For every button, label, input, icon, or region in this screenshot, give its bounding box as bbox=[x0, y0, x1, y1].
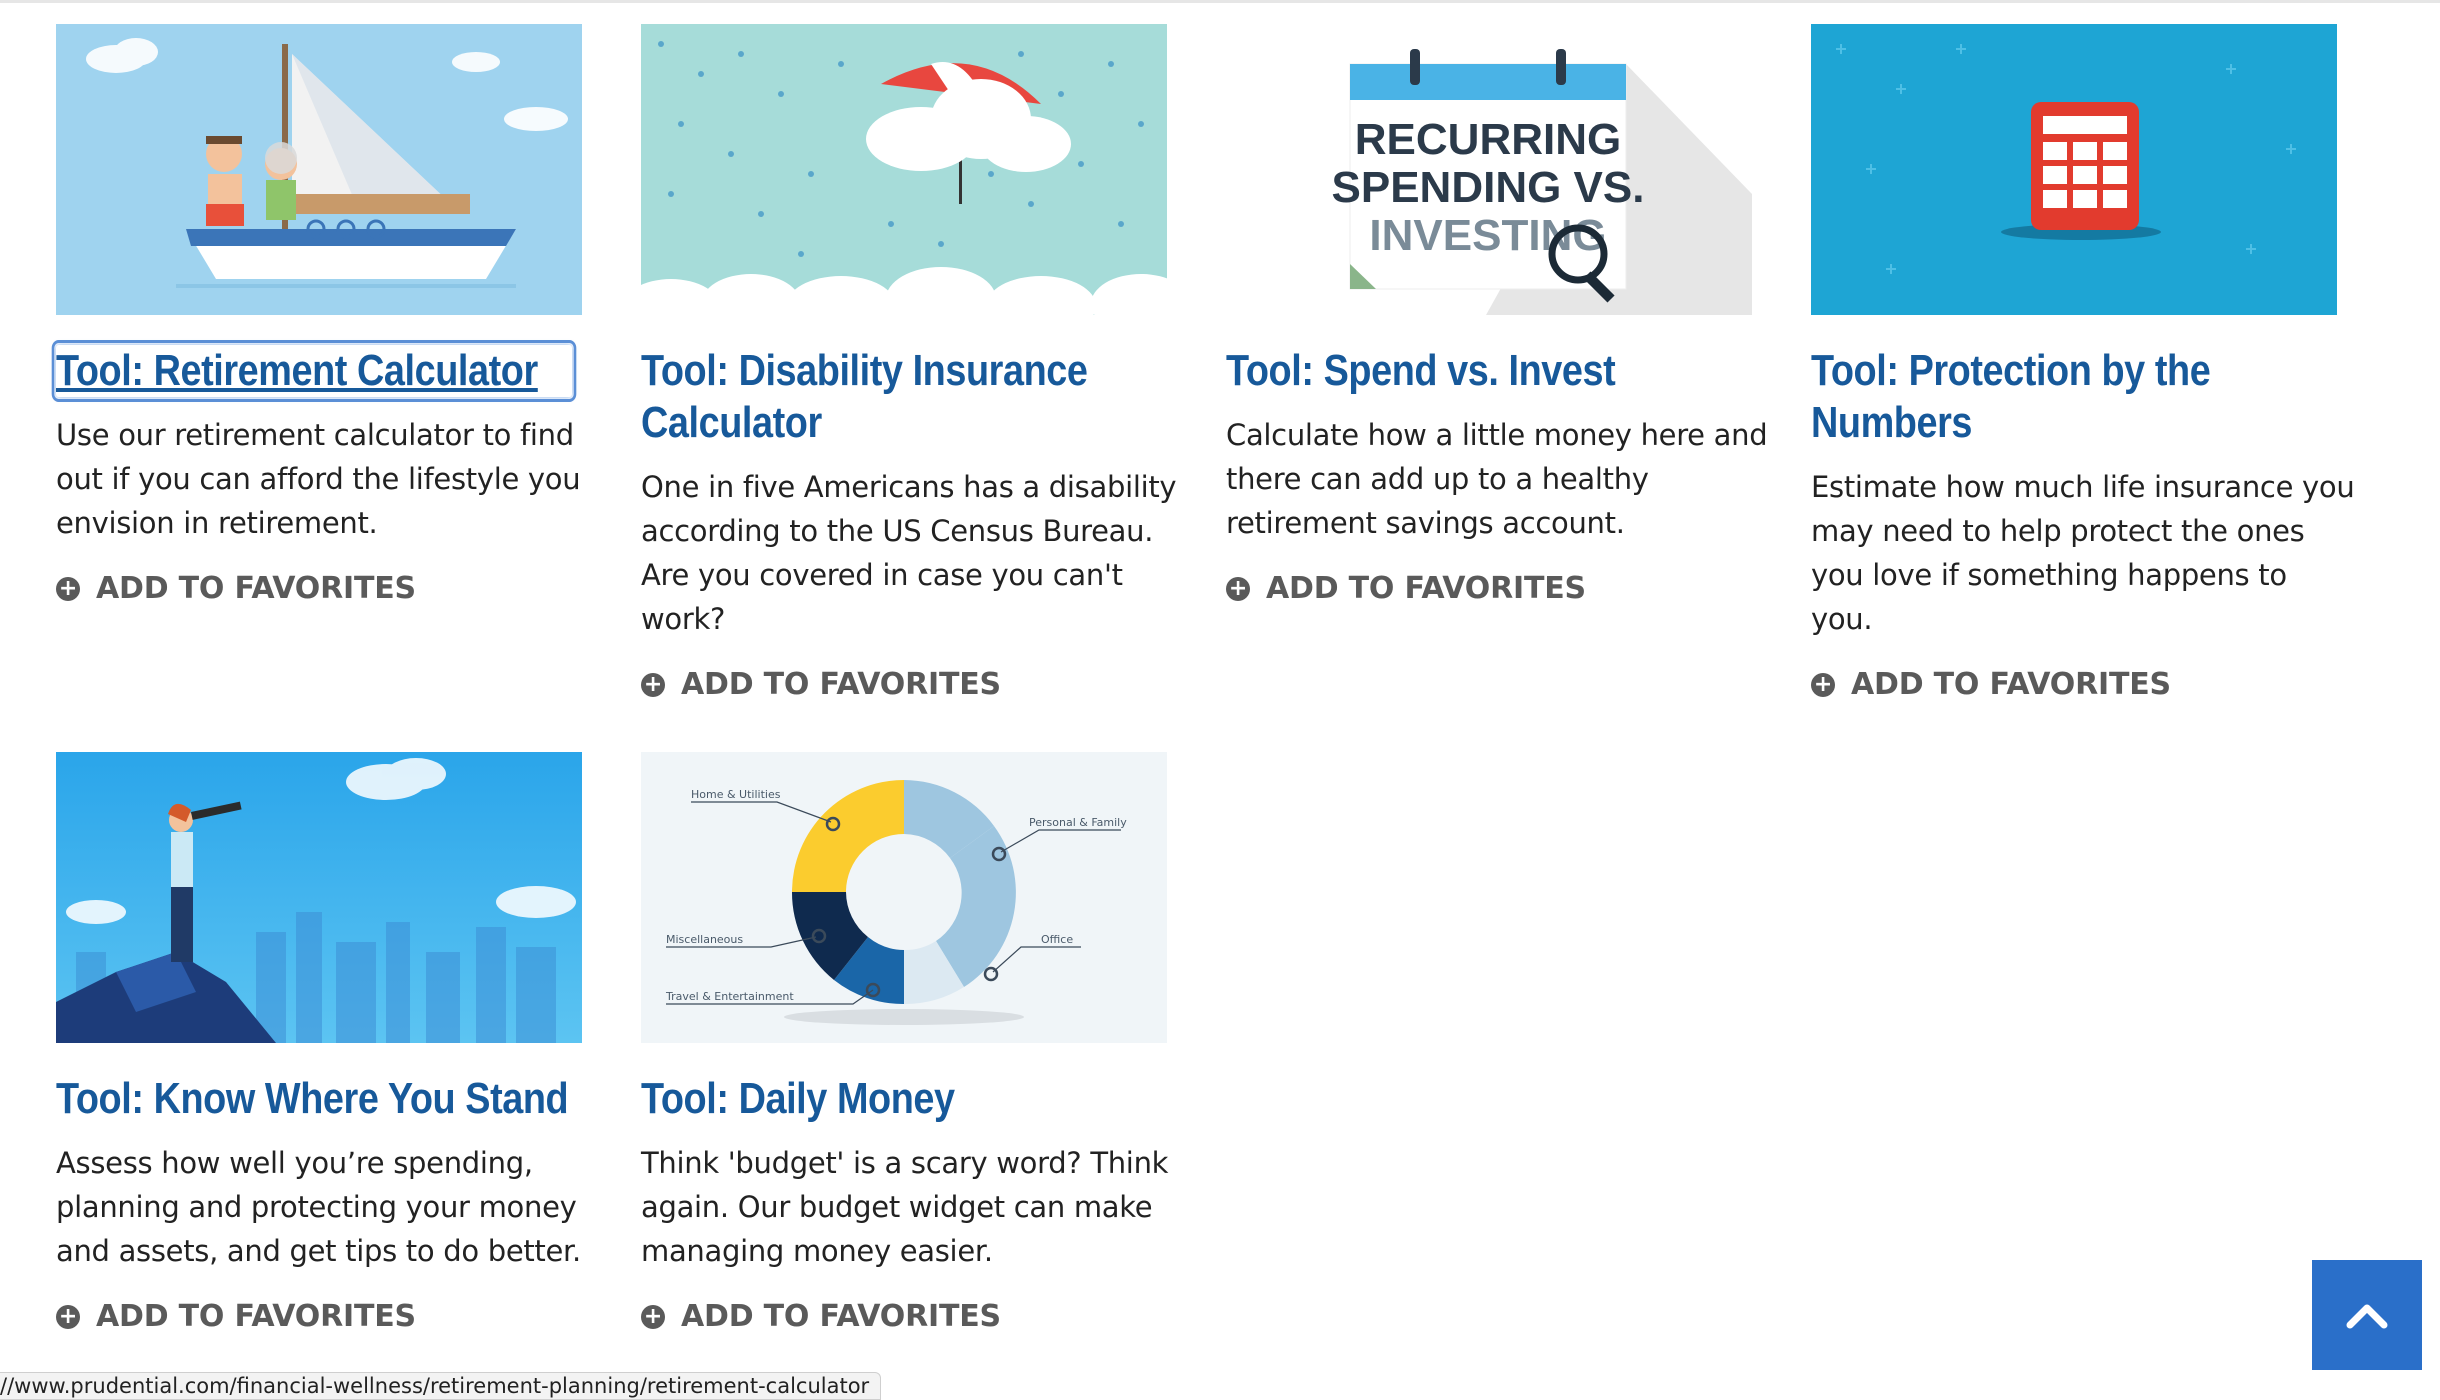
retirement-calculator-link[interactable]: Tool: Retirement Calculator bbox=[51, 340, 577, 402]
calendar-line-2: SPENDING VS. bbox=[1332, 163, 1645, 212]
chevron-up-icon bbox=[2346, 1304, 2388, 1329]
add-to-favorites-label: ADD TO FAVORITES bbox=[1266, 571, 1586, 606]
add-to-favorites-label: ADD TO FAVORITES bbox=[681, 1299, 1001, 1334]
link-status-bar: //www.prudential.com/financial-wellness/… bbox=[0, 1372, 881, 1400]
sailboat-illustration bbox=[56, 24, 582, 315]
add-to-favorites-label: ADD TO FAVORITES bbox=[96, 1299, 416, 1334]
add-to-favorites-label: ADD TO FAVORITES bbox=[96, 571, 416, 606]
plus-circle-icon: + bbox=[641, 672, 665, 697]
plus-circle-icon: + bbox=[1811, 672, 1835, 697]
disability-description: One in five Americans has a disability a… bbox=[641, 470, 1177, 636]
spend-vs-invest-link[interactable]: Tool: Spend vs. Invest bbox=[1226, 345, 1752, 397]
protection-image-link[interactable] bbox=[1811, 24, 2337, 315]
plus-circle-icon: + bbox=[641, 1304, 665, 1329]
calendar-line-3: INVESTING bbox=[1369, 211, 1606, 260]
protection-numbers-link[interactable]: Tool: Protection by the Numbers bbox=[1811, 345, 2337, 449]
know-where-description: Assess how well you’re spending, plannin… bbox=[56, 1146, 581, 1268]
spend-invest-image-link[interactable]: RECURRING SPENDING VS. INVESTING bbox=[1226, 24, 1752, 315]
umbrella-rain-illustration bbox=[641, 24, 1167, 315]
daily-money-description: Think 'budget' is a scary word? Think ag… bbox=[641, 1146, 1169, 1268]
know-where-you-stand-link[interactable]: Tool: Know Where You Stand bbox=[56, 1073, 582, 1125]
calendar-illustration: RECURRING SPENDING VS. INVESTING bbox=[1226, 24, 1752, 315]
woman-telescope-illustration bbox=[56, 752, 582, 1043]
add-to-favorites-label: ADD TO FAVORITES bbox=[1851, 667, 2171, 702]
disability-calculator-link[interactable]: Tool: Disability Insurance Calculator bbox=[641, 345, 1167, 449]
label-office: Office bbox=[1041, 933, 1073, 946]
plus-circle-icon: + bbox=[56, 576, 80, 601]
retirement-image-link[interactable] bbox=[56, 24, 582, 315]
daily-money-image-link[interactable]: Home & Utilities Personal & Family Misce… bbox=[641, 752, 1167, 1043]
label-miscellaneous: Miscellaneous bbox=[666, 933, 743, 946]
know-where-image-link[interactable] bbox=[56, 752, 582, 1043]
plus-circle-icon: + bbox=[56, 1304, 80, 1329]
add-to-favorites-button[interactable]: + ADD TO FAVORITES bbox=[641, 1299, 1167, 1334]
budget-donut-illustration: Home & Utilities Personal & Family Misce… bbox=[641, 752, 1167, 1043]
tool-card-disability: Tool: Disability Insurance Calculator On… bbox=[641, 24, 1177, 702]
add-to-favorites-button[interactable]: + ADD TO FAVORITES bbox=[1811, 667, 2337, 702]
scroll-to-top-button[interactable] bbox=[2312, 1260, 2422, 1370]
label-home-utilities: Home & Utilities bbox=[691, 788, 781, 801]
tool-card-retirement: Tool: Retirement Calculator Use our reti… bbox=[51, 24, 582, 606]
add-to-favorites-button[interactable]: + ADD TO FAVORITES bbox=[641, 667, 1167, 702]
tool-card-protection: Tool: Protection by the Numbers Estimate… bbox=[1811, 24, 2355, 702]
label-travel-entertainment: Travel & Entertainment bbox=[665, 990, 794, 1003]
tool-card-daily-money: Home & Utilities Personal & Family Misce… bbox=[641, 752, 1168, 1334]
top-border bbox=[0, 0, 2440, 3]
daily-money-link[interactable]: Tool: Daily Money bbox=[641, 1073, 1167, 1125]
tool-card-know-where: Tool: Know Where You Stand Assess how we… bbox=[56, 752, 582, 1334]
protection-description: Estimate how much life insurance you may… bbox=[1811, 470, 2355, 636]
label-personal-family: Personal & Family bbox=[1029, 816, 1127, 829]
add-to-favorites-button[interactable]: + ADD TO FAVORITES bbox=[1226, 571, 1752, 606]
calculator-illustration bbox=[1811, 24, 2337, 315]
add-to-favorites-label: ADD TO FAVORITES bbox=[681, 667, 1001, 702]
retirement-description: Use our retirement calculator to find ou… bbox=[56, 418, 581, 540]
plus-circle-icon: + bbox=[1226, 576, 1250, 601]
disability-image-link[interactable] bbox=[641, 24, 1167, 315]
spend-invest-description: Calculate how a little money here and th… bbox=[1226, 418, 1768, 540]
calendar-line-1: RECURRING bbox=[1355, 115, 1621, 164]
tool-card-spend-invest: RECURRING SPENDING VS. INVESTING Tool: S… bbox=[1226, 24, 1768, 606]
add-to-favorites-button[interactable]: + ADD TO FAVORITES bbox=[56, 1299, 582, 1334]
add-to-favorites-button[interactable]: + ADD TO FAVORITES bbox=[56, 571, 582, 606]
